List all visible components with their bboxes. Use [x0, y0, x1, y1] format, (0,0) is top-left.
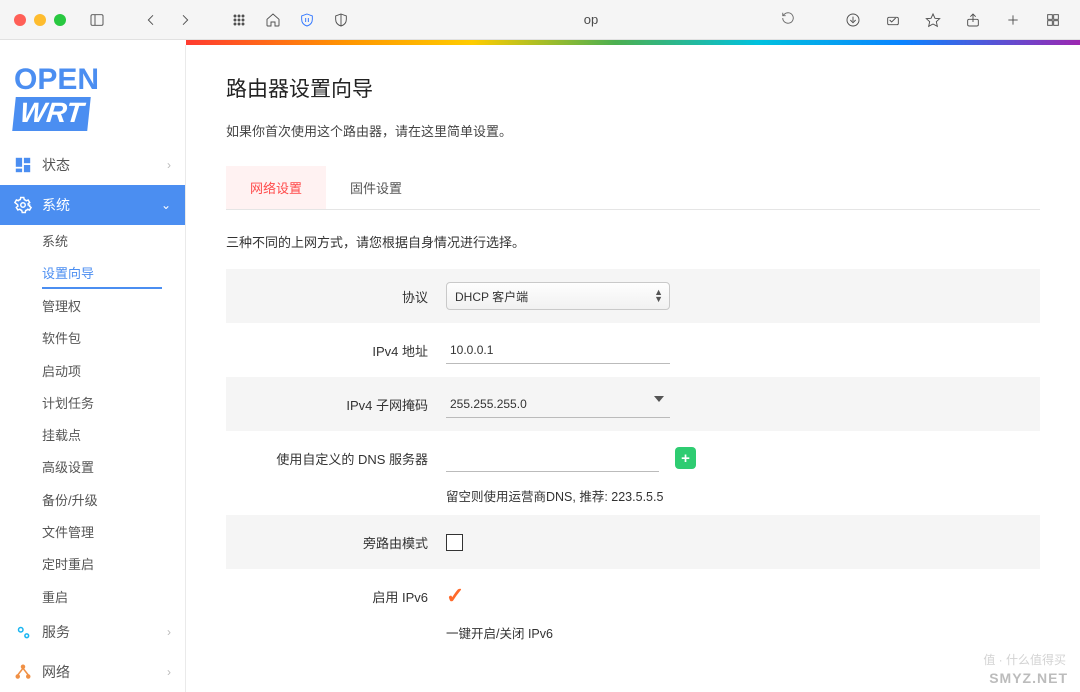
row-ipv4-address: IPv4 地址: [226, 323, 1040, 377]
add-dns-button[interactable]: +: [675, 447, 696, 469]
back-button[interactable]: [138, 7, 164, 33]
window-controls: [14, 14, 66, 26]
forward-button[interactable]: [172, 7, 198, 33]
sidebar-sub-autoreboot[interactable]: 定时重启: [0, 548, 185, 580]
url-text: op: [584, 12, 598, 27]
bookmark-star-icon[interactable]: [920, 7, 946, 33]
tab-firmware-settings[interactable]: 固件设置: [326, 166, 426, 209]
sidebar-sub-wizard[interactable]: 设置向导: [42, 257, 162, 289]
label-protocol: 协议: [226, 287, 446, 306]
home-icon[interactable]: [260, 7, 286, 33]
toolbar-right: [840, 7, 1066, 33]
zoom-window-icon[interactable]: [54, 14, 66, 26]
reload-icon[interactable]: [781, 11, 795, 28]
label-dns: 使用自定义的 DNS 服务器: [226, 449, 446, 468]
tab-network-settings[interactable]: 网络设置: [226, 166, 326, 209]
gear-icon: [14, 196, 32, 214]
chevron-right-icon: ›: [167, 665, 171, 679]
close-window-icon[interactable]: [14, 14, 26, 26]
sidebar-sub-admin[interactable]: 管理权: [0, 289, 185, 321]
main-panel: 路由器设置向导 如果你首次使用这个路由器，请在这里简单设置。 网络设置 固件设置…: [186, 45, 1080, 692]
sidebar: OPENWRT 状态 › 系统 ⌄ 系统 设置向导 管理权 软件包 启动项 计划…: [0, 45, 186, 692]
sidebar-item-services[interactable]: 服务 ›: [0, 612, 185, 652]
sidebar-item-status[interactable]: 状态 ›: [0, 145, 185, 185]
page-subtitle: 如果你首次使用这个路由器，请在这里简单设置。: [226, 121, 1040, 140]
logo[interactable]: OPENWRT: [0, 45, 185, 145]
gears-icon: [14, 623, 32, 641]
sidebar-item-system[interactable]: 系统 ⌄: [0, 185, 185, 225]
sidebar-sub-software[interactable]: 软件包: [0, 322, 185, 354]
logo-open: OPEN: [14, 63, 99, 96]
row-ipv6-hint: 一键开启/关闭 IPv6: [226, 623, 1040, 652]
label-ipv4-mask: IPv4 子网掩码: [226, 395, 446, 414]
sidebar-sub-files[interactable]: 文件管理: [0, 515, 185, 547]
ipv4-mask-input[interactable]: [446, 390, 670, 418]
watermark-text: 值 · 什么值得买: [983, 651, 1066, 668]
row-dns-hint: 留空则使用运营商DNS, 推荐: 223.5.5.5: [226, 485, 1040, 515]
dashboard-icon: [14, 156, 32, 174]
row-ipv6: 启用 IPv6 ✓: [226, 569, 1040, 623]
row-dns: 使用自定义的 DNS 服务器 +: [226, 431, 1040, 485]
sidebar-label: 服务: [42, 622, 70, 642]
shield-pause-icon[interactable]: [294, 7, 320, 33]
bypass-checkbox[interactable]: [446, 534, 463, 551]
minimize-window-icon[interactable]: [34, 14, 46, 26]
protocol-select[interactable]: DHCP 客户端 ▲▼: [446, 282, 670, 310]
chevron-down-icon: ⌄: [161, 198, 171, 212]
protocol-value: DHCP 客户端: [455, 288, 528, 305]
sidebar-sub-cron[interactable]: 计划任务: [0, 386, 185, 418]
network-icon: [14, 663, 32, 681]
sidebar-label: 网络: [42, 662, 70, 682]
sidebar-sub-advanced[interactable]: 高级设置: [0, 451, 185, 483]
dns-hint: 留空则使用运营商DNS, 推荐: 223.5.5.5: [446, 486, 663, 505]
sidebar-sub-reboot[interactable]: 重启: [0, 580, 185, 612]
form-description: 三种不同的上网方式，请您根据自身情况进行选择。: [226, 232, 1040, 251]
dropdown-caret-icon[interactable]: [654, 396, 664, 402]
shield-half-icon[interactable]: [328, 7, 354, 33]
logo-wrt: WRT: [12, 97, 91, 131]
label-bypass: 旁路由模式: [226, 533, 446, 552]
page-title: 路由器设置向导: [226, 73, 1040, 103]
label-ipv4-address: IPv4 地址: [226, 341, 446, 360]
label-ipv6: 启用 IPv6: [226, 587, 446, 606]
grid-apps-icon[interactable]: [226, 7, 252, 33]
browser-titlebar: op: [0, 0, 1080, 40]
downloads-icon[interactable]: [840, 7, 866, 33]
row-bypass: 旁路由模式: [226, 515, 1040, 569]
row-ipv4-mask: IPv4 子网掩码: [226, 377, 1040, 431]
extension-icon[interactable]: [880, 7, 906, 33]
sidebar-item-network[interactable]: 网络 ›: [0, 652, 185, 692]
chevron-right-icon: ›: [167, 158, 171, 172]
sidebar-sub-system[interactable]: 系统: [0, 225, 185, 257]
url-bar[interactable]: op: [362, 7, 820, 33]
watermark-site: SMYZ.NET: [989, 670, 1068, 686]
sidebar-sub-mounts[interactable]: 挂载点: [0, 419, 185, 451]
ipv4-address-input[interactable]: [446, 336, 670, 364]
chevron-right-icon: ›: [167, 625, 171, 639]
tab-overview-icon[interactable]: [1040, 7, 1066, 33]
ipv6-hint: 一键开启/关闭 IPv6: [446, 623, 553, 642]
ipv6-checked-icon[interactable]: ✓: [446, 583, 464, 609]
sidebar-label: 系统: [42, 195, 70, 215]
new-tab-icon[interactable]: [1000, 7, 1026, 33]
select-caret-icon: ▲▼: [654, 289, 663, 303]
row-protocol: 协议 DHCP 客户端 ▲▼: [226, 269, 1040, 323]
sidebar-toggle-icon[interactable]: [84, 7, 110, 33]
sidebar-sub-startup[interactable]: 启动项: [0, 354, 185, 386]
share-icon[interactable]: [960, 7, 986, 33]
dns-input[interactable]: [446, 444, 659, 472]
sidebar-sub-backup[interactable]: 备份/升级: [0, 483, 185, 515]
sidebar-label: 状态: [42, 155, 70, 175]
tabs: 网络设置 固件设置: [226, 166, 1040, 210]
